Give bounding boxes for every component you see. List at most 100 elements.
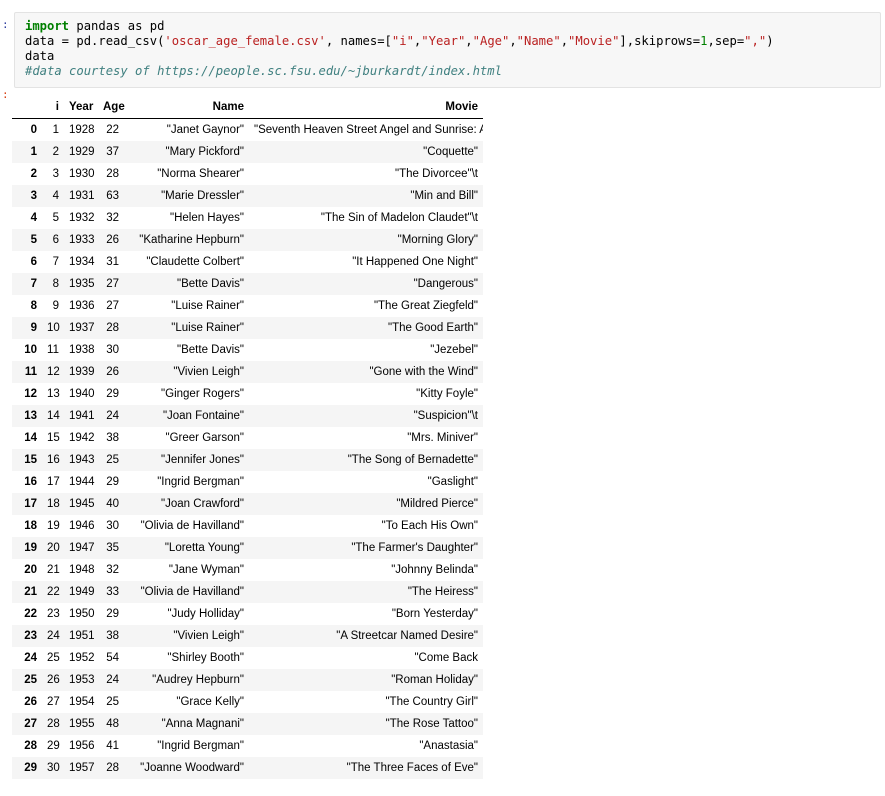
cell-i: 21 — [42, 559, 64, 581]
cell-i: 17 — [42, 471, 64, 493]
cell-i: 14 — [42, 405, 64, 427]
cell-year: 1930 — [64, 163, 98, 185]
cell-year: 1938 — [64, 339, 98, 361]
column-header-index — [12, 98, 42, 119]
cell-movie: "Coquette" — [249, 141, 483, 163]
cell-age: 38 — [98, 625, 124, 647]
cell-age: 29 — [98, 603, 124, 625]
code-line-2: data = pd.read_csv('oscar_age_female.csv… — [25, 34, 872, 49]
cell-age: 30 — [98, 515, 124, 537]
cell-movie: "Anastasia" — [249, 735, 483, 757]
cell-i: 3 — [42, 163, 64, 185]
cell-age: 28 — [98, 757, 124, 779]
cell-name: "Vivien Leigh" — [124, 361, 249, 383]
dataframe-expression: data — [25, 49, 54, 63]
cell-output-area: i Year Age Name Movie 01192822"Janet Gay… — [12, 98, 872, 779]
cell-year: 1956 — [64, 735, 98, 757]
table-row: 2122194933"Olivia de Havilland""The Heir… — [12, 581, 483, 603]
cell-age: 48 — [98, 713, 124, 735]
cell-movie: "Seventh Heaven Street Angel and Sunrise… — [249, 119, 483, 142]
row-index: 25 — [12, 669, 42, 691]
cell-year: 1941 — [64, 405, 98, 427]
code-line-1: import pandas as pd — [25, 19, 872, 34]
table-row: 45193232"Helen Hayes""The Sin of Madelon… — [12, 207, 483, 229]
cell-age: 25 — [98, 449, 124, 471]
colname-year-literal: "Year" — [421, 34, 465, 48]
row-index: 22 — [12, 603, 42, 625]
cell-movie: "The Song of Bernadette" — [249, 449, 483, 471]
cell-i: 18 — [42, 493, 64, 515]
cell-name: "Bette Davis" — [124, 273, 249, 295]
cell-year: 1933 — [64, 229, 98, 251]
cell-age: 30 — [98, 339, 124, 361]
cell-i: 15 — [42, 427, 64, 449]
cell-name: "Janet Gaynor" — [124, 119, 249, 142]
table-row: 910193728"Luise Rainer""The Good Earth" — [12, 317, 483, 339]
cell-age: 29 — [98, 471, 124, 493]
cell-movie: "The Divorcee"\t — [249, 163, 483, 185]
input-prompt: : — [0, 12, 14, 31]
cell-year: 1957 — [64, 757, 98, 779]
row-index: 17 — [12, 493, 42, 515]
table-row: 1617194429"Ingrid Bergman""Gaslight" — [12, 471, 483, 493]
cell-i: 12 — [42, 361, 64, 383]
table-header-row: i Year Age Name Movie — [12, 98, 483, 119]
cell-age: 37 — [98, 141, 124, 163]
cell-movie: "Roman Holiday" — [249, 669, 483, 691]
keyword-import: import — [25, 19, 69, 33]
cell-age: 41 — [98, 735, 124, 757]
cell-i: 20 — [42, 537, 64, 559]
cell-i: 4 — [42, 185, 64, 207]
cell-name: "Vivien Leigh" — [124, 625, 249, 647]
table-row: 34193163"Marie Dressler""Min and Bill" — [12, 185, 483, 207]
cell-movie: "The Heiress" — [249, 581, 483, 603]
cell-movie: "The Rose Tattoo" — [249, 713, 483, 735]
row-index: 26 — [12, 691, 42, 713]
cell-year: 1934 — [64, 251, 98, 273]
cell-age: 24 — [98, 405, 124, 427]
dataframe-table: i Year Age Name Movie 01192822"Janet Gay… — [12, 98, 483, 779]
cell-i: 8 — [42, 273, 64, 295]
cell-name: "Olivia de Havilland" — [124, 515, 249, 537]
cell-movie: "The Sin of Madelon Claudet"\t — [249, 207, 483, 229]
code-line-3: data — [25, 49, 872, 64]
cell-name: "Ingrid Bergman" — [124, 471, 249, 493]
table-row: 23193028"Norma Shearer""The Divorcee"\t — [12, 163, 483, 185]
row-index: 5 — [12, 229, 42, 251]
cell-age: 54 — [98, 647, 124, 669]
comma-3: , — [509, 34, 516, 48]
colname-i-literal: "i" — [392, 34, 414, 48]
cell-movie: "Come Back — [249, 647, 483, 669]
cell-name: "Jennifer Jones" — [124, 449, 249, 471]
cell-i: 23 — [42, 603, 64, 625]
row-index: 1 — [12, 141, 42, 163]
cell-movie: "Mrs. Miniver" — [249, 427, 483, 449]
cell-age: 25 — [98, 691, 124, 713]
cell-movie: "To Each His Own" — [249, 515, 483, 537]
table-row: 1718194540"Joan Crawford""Mildred Pierce… — [12, 493, 483, 515]
cell-i: 2 — [42, 141, 64, 163]
table-row: 67193431"Claudette Colbert""It Happened … — [12, 251, 483, 273]
cell-i: 19 — [42, 515, 64, 537]
code-editor[interactable]: import pandas as pd data = pd.read_csv('… — [14, 12, 881, 88]
table-row: 2930195728"Joanne Woodward""The Three Fa… — [12, 757, 483, 779]
cell-year: 1931 — [64, 185, 98, 207]
cell-age: 22 — [98, 119, 124, 142]
cell-name: "Ingrid Bergman" — [124, 735, 249, 757]
cell-i: 24 — [42, 625, 64, 647]
table-row: 2627195425"Grace Kelly""The Country Girl… — [12, 691, 483, 713]
column-header-age: Age — [98, 98, 124, 119]
table-row: 1819194630"Olivia de Havilland""To Each … — [12, 515, 483, 537]
row-index: 14 — [12, 427, 42, 449]
cell-movie: "Johnny Belinda" — [249, 559, 483, 581]
cell-year: 1937 — [64, 317, 98, 339]
row-index: 4 — [12, 207, 42, 229]
row-index: 29 — [12, 757, 42, 779]
table-row: 2425195254"Shirley Booth""Come Back — [12, 647, 483, 669]
colname-name-literal: "Name" — [517, 34, 561, 48]
row-index: 15 — [12, 449, 42, 471]
row-index: 19 — [12, 537, 42, 559]
table-row: 2223195029"Judy Holliday""Born Yesterday… — [12, 603, 483, 625]
code-cell[interactable]: : import pandas as pd data = pd.read_csv… — [0, 12, 885, 88]
cell-movie: "A Streetcar Named Desire" — [249, 625, 483, 647]
